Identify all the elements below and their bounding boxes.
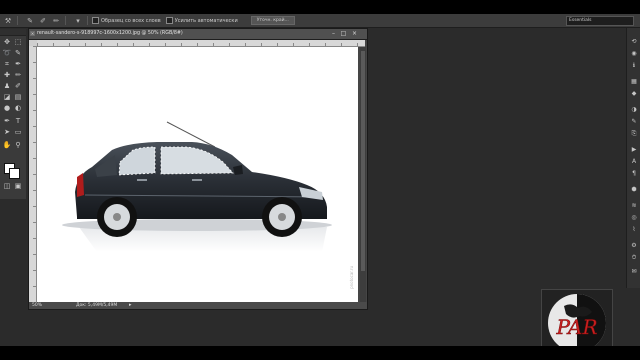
background-color-swatch[interactable] xyxy=(9,168,20,179)
auto-enhance-checkbox[interactable] xyxy=(165,17,173,24)
scrollbar-thumb[interactable] xyxy=(361,51,365,271)
brush-size-icon[interactable]: ▾ xyxy=(73,16,83,25)
path-select-icon[interactable]: ➤ xyxy=(2,128,12,137)
minimize-icon[interactable]: – xyxy=(329,30,338,38)
eyedropper-icon[interactable]: ✒ xyxy=(13,60,23,69)
document-window: × renault-sandero-s-918997c-1600x1200.jp… xyxy=(28,28,368,310)
divider xyxy=(65,16,66,25)
quick-select-tool-icon[interactable]: ⚒ xyxy=(3,16,13,25)
canvas-watermark: pnotocar.ru xyxy=(349,266,354,289)
divider xyxy=(87,16,88,25)
lasso-icon[interactable]: ➰ xyxy=(2,49,12,58)
divider xyxy=(17,16,18,25)
collapsed-panels: ⟲ ◉ ℹ ▦ ◆ ◑ ✎ ⎘ ▶ A ¶ ⬢ ≋ ◎ ⌇ ⚙ ⏱ ✉ xyxy=(626,28,640,288)
history-brush-icon[interactable]: ✐ xyxy=(13,82,23,91)
3d-icon[interactable]: ⬢ xyxy=(630,186,638,194)
clone-source-icon[interactable]: ⎘ xyxy=(630,130,638,138)
marquee-icon[interactable]: ⬚ xyxy=(13,38,23,47)
sample-all-layers-label: Образец со всех слоев xyxy=(101,17,161,24)
stamp-icon[interactable]: ♟ xyxy=(2,82,12,91)
brush-icon[interactable]: ✏ xyxy=(13,71,23,80)
quick-select-icon[interactable]: ✎ xyxy=(13,49,23,58)
new-selection-icon[interactable]: ✎ xyxy=(25,16,35,25)
refine-edge-button[interactable]: Уточн. край... xyxy=(250,16,295,25)
styles-icon[interactable]: ◆ xyxy=(630,90,638,98)
timeline-icon[interactable]: ⏱ xyxy=(630,254,638,262)
move-icon[interactable]: ✥ xyxy=(2,38,12,47)
car-image xyxy=(62,121,332,252)
logo-graphic: PAR xyxy=(548,294,606,346)
actions-icon[interactable]: ▶ xyxy=(630,146,638,154)
svg-text:PAR: PAR xyxy=(555,315,597,339)
gradient-icon[interactable]: ▤ xyxy=(13,93,23,102)
healing-icon[interactable]: ✚ xyxy=(2,71,12,80)
hand-icon[interactable]: ✋ xyxy=(2,141,12,150)
zoom-icon[interactable]: ⚲ xyxy=(13,141,23,150)
close-document-icon[interactable]: × xyxy=(30,31,35,36)
status-menu-arrow[interactable]: ▸ xyxy=(129,302,132,309)
photoshop-window: ⚒ ✎ ✐ ✏ ▾ Образец со всех слоев Усилить … xyxy=(0,14,640,346)
adjust-icon[interactable]: ◉ xyxy=(630,50,638,58)
sample-all-layers-checkbox[interactable] xyxy=(92,17,99,24)
horizontal-ruler[interactable] xyxy=(37,40,365,47)
document-tab[interactable]: × renault-sandero-s-918997c-1600x1200.jp… xyxy=(29,29,367,40)
close-window-icon[interactable]: × xyxy=(350,30,359,38)
character-icon[interactable]: A xyxy=(630,158,638,166)
properties-icon[interactable]: ⚙ xyxy=(630,242,638,250)
toolbox-grip[interactable] xyxy=(0,29,26,36)
document-title: renault-sandero-s-918997c-1600x1200.jpg … xyxy=(37,31,183,36)
channels-icon[interactable]: ◎ xyxy=(630,214,638,222)
status-bar: 50% Док: 5,49М/5,49М ▸ xyxy=(29,302,367,309)
dodge-icon[interactable]: ◐ xyxy=(13,104,23,113)
image-canvas[interactable]: pnotocar.ru xyxy=(37,47,358,303)
vertical-scrollbar[interactable] xyxy=(360,47,366,303)
channel-logo: PAR xyxy=(541,289,613,346)
swatches-icon[interactable]: ▦ xyxy=(630,78,638,86)
vertical-ruler[interactable] xyxy=(29,46,37,303)
pen-icon[interactable]: ✒ xyxy=(2,117,12,126)
options-bar: ⚒ ✎ ✐ ✏ ▾ Образец со всех слоев Усилить … xyxy=(0,14,640,28)
color-icon[interactable]: ◑ xyxy=(630,106,638,114)
crop-icon[interactable]: ⌗ xyxy=(2,60,12,69)
zoom-level[interactable]: 50% xyxy=(32,302,42,309)
notes-icon[interactable]: ✉ xyxy=(630,268,638,276)
add-selection-icon[interactable]: ✐ xyxy=(38,16,48,25)
maximize-icon[interactable]: □ xyxy=(339,30,348,38)
history-icon[interactable]: ⟲ xyxy=(630,38,638,46)
type-icon[interactable]: T xyxy=(13,117,23,126)
eraser-icon[interactable]: ◪ xyxy=(2,93,12,102)
paths-icon[interactable]: ⌇ xyxy=(630,226,638,234)
blur-icon[interactable]: ● xyxy=(2,104,12,113)
brush-panel-icon[interactable]: ✎ xyxy=(630,118,638,126)
auto-enhance-label: Усилить автоматически xyxy=(174,17,238,24)
paragraph-icon[interactable]: ¶ xyxy=(630,170,638,178)
screen-mode-icon[interactable]: ▣ xyxy=(13,182,23,191)
info-icon[interactable]: ℹ xyxy=(630,62,638,70)
workspace-select[interactable]: Essentials xyxy=(566,16,634,26)
toolbox: ✥ ⬚ ➰ ✎ ⌗ ✒ ✚ ✏ ♟ ✐ ◪ ▤ ● ◐ ✒ T ➤ ▭ ✋ ⚲ … xyxy=(0,29,26,199)
shape-icon[interactable]: ▭ xyxy=(13,128,23,137)
quick-mask-icon[interactable]: ◫ xyxy=(2,182,12,191)
document-size: Док: 5,49М/5,49М xyxy=(76,303,118,308)
layers-icon[interactable]: ≋ xyxy=(630,202,638,210)
subtract-selection-icon[interactable]: ✏ xyxy=(51,16,61,25)
